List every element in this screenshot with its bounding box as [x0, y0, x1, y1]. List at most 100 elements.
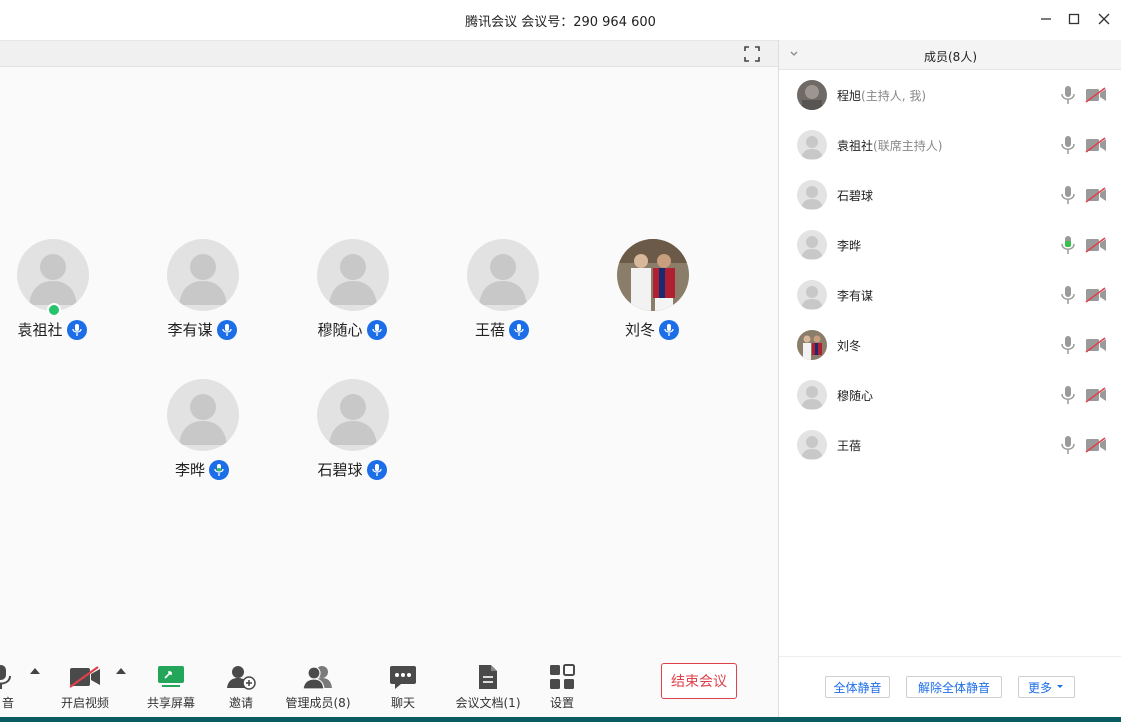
meeting-docs-label: 会议文档(1): [455, 696, 521, 710]
chat-button[interactable]: 聊天: [383, 662, 423, 711]
camera-off-icon[interactable]: [1085, 287, 1107, 307]
caret-down-icon: [1057, 685, 1063, 688]
share-screen-icon: [142, 662, 200, 692]
microphone-icon[interactable]: [1061, 185, 1075, 209]
more-label: 更多: [1027, 680, 1052, 695]
participant-name: 刘冬: [624, 321, 655, 339]
members-panel-footer: 全体静音 解除全体静音 更多: [779, 656, 1121, 717]
meeting-docs-button[interactable]: 会议文档(1): [455, 662, 521, 711]
fullscreen-icon[interactable]: [743, 45, 761, 63]
settings-label: 设置: [549, 696, 574, 710]
invite-label: 邀请: [228, 696, 253, 710]
member-row[interactable]: 李有谋: [779, 270, 1121, 320]
camera-off-icon[interactable]: [1085, 387, 1107, 407]
member-name: 程旭: [837, 89, 862, 103]
member-row[interactable]: 石碧球: [779, 170, 1121, 220]
participant-tile[interactable]: 刘冬: [582, 239, 722, 349]
manage-members-button[interactable]: 管理成员(8): [284, 662, 352, 711]
share-screen-button[interactable]: 共享屏幕: [142, 662, 200, 711]
maximize-icon[interactable]: [1063, 8, 1085, 30]
invite-user-icon: [219, 662, 263, 692]
end-meeting-button[interactable]: 结束会议: [661, 663, 737, 699]
unmute-all-button[interactable]: 解除全体静音: [906, 676, 1002, 698]
participant-tile[interactable]: 李晔: [132, 379, 272, 489]
member-name: 刘冬: [837, 339, 862, 353]
start-video-label: 开启视频: [60, 696, 109, 710]
microphone-icon: [366, 319, 387, 340]
start-video-button[interactable]: 开启视频: [54, 662, 116, 711]
camera-off-icon[interactable]: [1085, 237, 1107, 257]
member-row[interactable]: 刘冬: [779, 320, 1121, 370]
document-icon: [455, 662, 521, 692]
avatar: [797, 230, 827, 260]
members-icon: [284, 662, 352, 692]
members-panel-title: 成员(8人): [924, 50, 977, 64]
member-name: 石碧球: [837, 189, 874, 203]
member-row[interactable]: 程旭(主持人, 我): [779, 70, 1121, 120]
member-name: 李有谋: [837, 289, 874, 303]
microphone-speaking-icon: [209, 459, 229, 480]
participant-tile[interactable]: 王蓓: [432, 239, 572, 349]
microphone-icon: [509, 319, 529, 340]
settings-button[interactable]: 设置: [542, 662, 582, 711]
avatar: [317, 239, 389, 311]
audio-options-caret-icon[interactable]: [30, 668, 40, 674]
microphone-icon: [0, 662, 14, 692]
avatar: [797, 130, 827, 160]
avatar-photo: [797, 80, 827, 110]
participant-name: 穆随心: [317, 321, 363, 339]
invite-button[interactable]: 邀请: [219, 662, 263, 711]
microphone-icon[interactable]: [1061, 135, 1075, 159]
participant-tile[interactable]: 穆随心: [282, 239, 422, 349]
camera-off-icon[interactable]: [1085, 437, 1107, 457]
microphone-icon[interactable]: [1061, 385, 1075, 409]
avatar: [167, 239, 239, 311]
camera-off-icon[interactable]: [1085, 337, 1107, 357]
member-name: 王蓓: [837, 439, 862, 453]
avatar: [797, 280, 827, 310]
participant-name: 李晔: [174, 461, 205, 479]
microphone-icon: [659, 319, 679, 340]
participant-tile[interactable]: 袁祖社: [0, 239, 122, 349]
close-icon[interactable]: [1093, 8, 1115, 30]
mute-all-button[interactable]: 全体静音: [825, 676, 890, 698]
avatar: [167, 379, 239, 451]
bottom-strip: [0, 717, 1121, 722]
microphone-speaking-icon[interactable]: [1061, 235, 1075, 259]
members-panel: 成员(8人) 程旭(主持人, 我) 袁祖社(联席主持人) 石碧球 李晔 李有谋 …: [778, 40, 1121, 717]
member-row[interactable]: 王蓓: [779, 420, 1121, 470]
mute-button[interactable]: 音: [0, 662, 14, 711]
microphone-icon[interactable]: [1061, 285, 1075, 309]
camera-off-icon[interactable]: [1085, 187, 1107, 207]
settings-grid-icon: [542, 662, 582, 692]
microphone-icon[interactable]: [1061, 335, 1075, 359]
share-screen-label: 共享屏幕: [146, 696, 195, 710]
video-off-icon: [54, 662, 116, 692]
video-options-caret-icon[interactable]: [116, 668, 126, 674]
participant-name: 袁祖社: [17, 321, 63, 339]
chat-label: 聊天: [390, 696, 415, 710]
member-role: (联席主持人): [873, 139, 943, 153]
video-area: 袁祖社 李有谋 穆随心 王蓓 刘冬 李晔 石碧球: [0, 40, 778, 662]
members-panel-header: 成员(8人): [779, 40, 1121, 70]
camera-off-icon[interactable]: [1085, 137, 1107, 157]
manage-members-label: 管理成员(8): [285, 696, 351, 710]
member-row[interactable]: 穆随心: [779, 370, 1121, 420]
microphone-icon: [366, 459, 387, 480]
member-name: 穆随心: [837, 389, 874, 403]
minimize-icon[interactable]: [1035, 8, 1057, 30]
meeting-toolbar: 音 开启视频 共享屏幕 邀请 管理成员(8) 聊天 会议文档(1) 设置 结束会…: [0, 662, 778, 717]
more-button[interactable]: 更多: [1018, 676, 1075, 698]
camera-off-icon[interactable]: [1085, 87, 1107, 107]
member-row[interactable]: 李晔: [779, 220, 1121, 270]
member-row[interactable]: 袁祖社(联席主持人): [779, 120, 1121, 170]
participant-tile[interactable]: 李有谋: [132, 239, 272, 349]
microphone-icon[interactable]: [1061, 85, 1075, 109]
microphone-icon[interactable]: [1061, 435, 1075, 459]
participant-tile[interactable]: 石碧球: [282, 379, 422, 489]
participant-name: 李有谋: [167, 321, 213, 339]
host-badge-icon: [47, 303, 61, 317]
member-role: (主持人, 我): [861, 89, 927, 103]
avatar: [467, 239, 539, 311]
participant-name: 石碧球: [317, 461, 363, 479]
